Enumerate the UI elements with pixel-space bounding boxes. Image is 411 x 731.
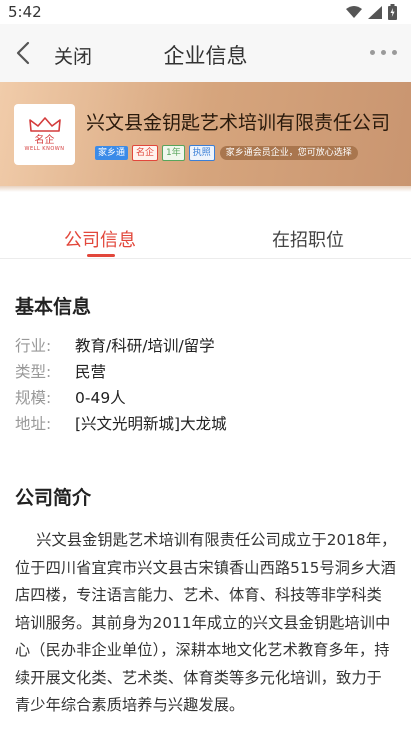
nav-bar: 关闭 企业信息 <box>0 24 411 82</box>
company-intro-text: 兴文县金钥匙艺术培训有限责任公司成立于2018年，位于四川省宜宾市兴文县古宋镇香… <box>15 531 397 714</box>
page-title: 企业信息 <box>163 44 248 68</box>
info-value: 0-49人 <box>75 389 126 407</box>
wifi-icon <box>346 6 362 18</box>
member-note: 家乡通会员企业，您可放心选择 <box>219 146 358 160</box>
status-time: 5:42 <box>8 3 42 21</box>
basic-info-title: 基本信息 <box>15 296 92 318</box>
info-label: 行业: <box>15 337 52 355</box>
info-label: 规模: <box>15 389 52 407</box>
banner-shadow <box>0 186 411 192</box>
signal-icon <box>368 5 382 19</box>
company-logo: 名企 WELL KNOWN <box>14 104 75 165</box>
status-bar: 5:42 <box>0 0 411 24</box>
tab-bar: 公司信息 在招职位 <box>0 212 411 259</box>
company-tags: 家乡通 名企 1年 执照 家乡通会员企业，您可放心选择 <box>95 145 358 161</box>
info-value: 民营 <box>75 363 107 381</box>
company-name: 兴文县金钥匙艺术培训有限责任公司 <box>86 112 391 134</box>
logo-subtext: WELL KNOWN <box>24 146 65 152</box>
more-icon[interactable] <box>370 50 397 55</box>
tag-license[interactable]: 执照 <box>188 145 215 161</box>
tag-famous-company: 名企 <box>132 145 159 161</box>
info-label: 地址: <box>15 415 52 433</box>
logo-text: 名企 <box>34 135 55 146</box>
tag-jiaxiangtong: 家乡通 <box>95 146 129 160</box>
tab-active-indicator <box>87 254 115 257</box>
info-row-size: 规模: 0-49人 <box>15 386 126 408</box>
info-label: 类型: <box>15 363 52 381</box>
tab-open-positions[interactable]: 在招职位 <box>272 226 344 252</box>
company-banner: 名企 WELL KNOWN 兴文县金钥匙艺术培训有限责任公司 家乡通 名企 1年… <box>0 82 411 186</box>
status-icons <box>346 4 397 20</box>
battery-icon <box>388 4 397 20</box>
info-value: 教育/科研/培训/留学 <box>75 337 215 355</box>
intro-title: 公司简介 <box>15 487 92 509</box>
info-row-type: 类型: 民营 <box>15 360 106 382</box>
info-row-industry: 行业: 教育/科研/培训/留学 <box>15 334 215 356</box>
info-row-address: 地址: [兴文光明新城]大龙城 <box>15 412 227 434</box>
tab-company-info[interactable]: 公司信息 <box>64 226 136 252</box>
info-value: [兴文光明新城]大龙城 <box>75 415 227 433</box>
tag-years: 1年 <box>162 145 185 161</box>
